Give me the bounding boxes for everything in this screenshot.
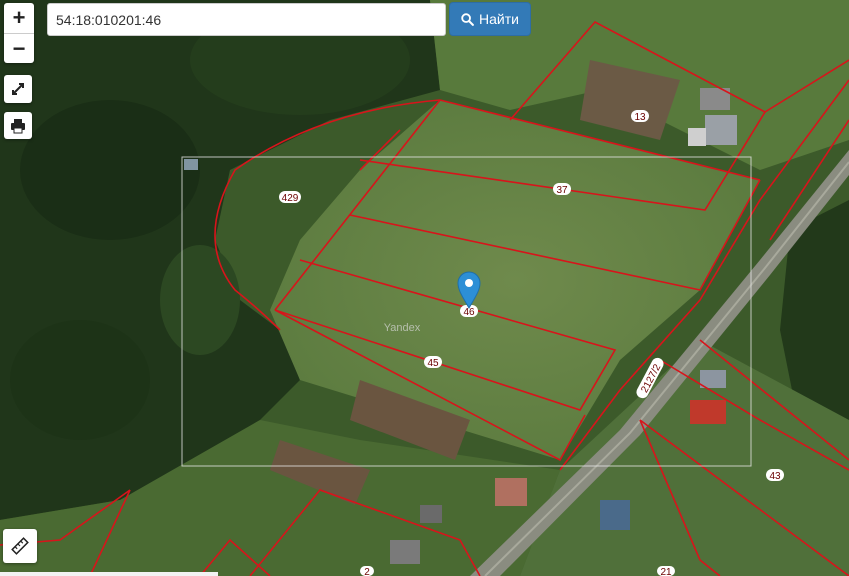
svg-text:45: 45 <box>427 358 439 369</box>
ruler-icon <box>11 537 29 555</box>
print-button[interactable] <box>4 112 32 139</box>
plot-label-2: 2 <box>360 566 374 576</box>
svg-text:2: 2 <box>364 567 370 576</box>
svg-text:21: 21 <box>660 567 672 576</box>
ruler-button[interactable] <box>3 529 37 563</box>
plot-label-21: 21 <box>657 566 675 576</box>
svg-text:43: 43 <box>769 471 781 482</box>
map-watermark: Yandex <box>384 322 421 334</box>
search-icon <box>461 12 474 26</box>
svg-text:37: 37 <box>556 185 568 196</box>
expand-icon <box>12 83 24 95</box>
search-button-label: Найти <box>479 11 519 27</box>
zoom-in-button[interactable]: + <box>4 3 34 33</box>
zoom-out-button[interactable]: − <box>4 33 34 63</box>
zoom-controls: + − <box>4 3 34 63</box>
printer-icon <box>11 118 25 133</box>
bottom-bar <box>0 572 218 576</box>
svg-text:429: 429 <box>282 193 299 204</box>
svg-text:46: 46 <box>463 307 475 318</box>
plot-label-429: 429 <box>279 191 301 204</box>
svg-text:13: 13 <box>634 112 646 123</box>
search-button[interactable]: Найти <box>449 2 531 36</box>
fullscreen-button[interactable] <box>4 75 32 103</box>
satellite-map[interactable]: 429 37 13 46 45 2127/2 43 2 21 Yandex <box>0 0 849 576</box>
cadastral-search-input[interactable] <box>47 3 446 36</box>
